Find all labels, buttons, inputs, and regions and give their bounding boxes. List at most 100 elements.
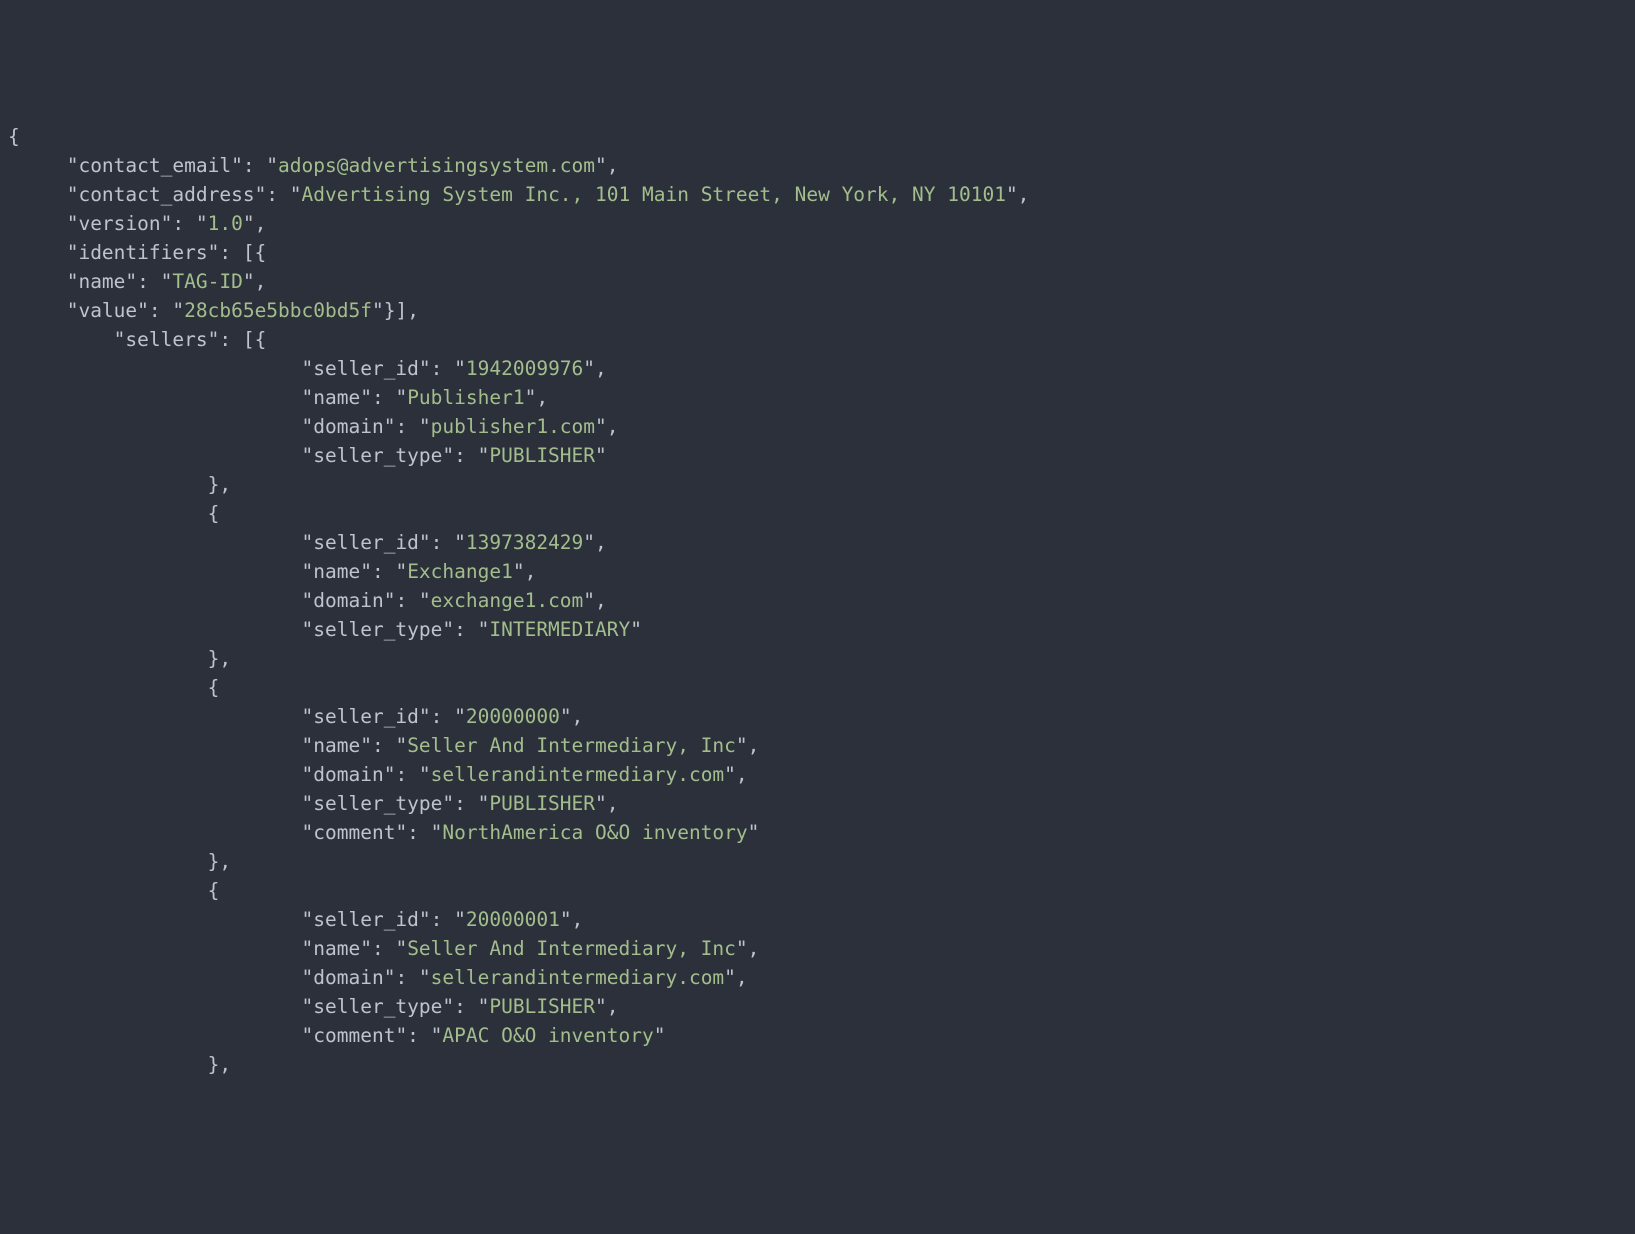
json-token: { [208, 676, 220, 699]
json-token: ": " [419, 705, 466, 728]
json-token: Advertising System Inc., 101 Main Street… [302, 183, 1006, 206]
json-token: ", [736, 734, 759, 757]
json-token: ": " [419, 531, 466, 554]
json-token: ", [583, 589, 606, 612]
json-token: ", [525, 386, 548, 409]
json-token: name [313, 734, 360, 757]
json-token: ": " [419, 908, 466, 931]
json-token: 20000001 [466, 908, 560, 931]
json-token: " [67, 212, 79, 235]
json-token: " [302, 734, 314, 757]
json-token: ": " [384, 589, 431, 612]
json-token: ": " [137, 299, 184, 322]
json-token: INTERMEDIARY [489, 618, 630, 641]
json-token: ": [{ [208, 241, 267, 264]
json-token: " [302, 415, 314, 438]
json-token: " [748, 821, 760, 844]
json-token: ", [1006, 183, 1029, 206]
json-token: PUBLISHER [489, 995, 595, 1018]
json-token: ", [736, 937, 759, 960]
json-token: ": " [419, 357, 466, 380]
json-token: ": " [255, 183, 302, 206]
json-token: }, [208, 850, 231, 873]
json-token: APAC O&O inventory [442, 1024, 653, 1047]
json-token: ": " [395, 821, 442, 844]
json-token: contact_address [78, 183, 254, 206]
json-token: value [78, 299, 137, 322]
json-code-block: { "contact_email": "adops@advertisingsys… [8, 122, 1627, 1079]
json-token: " [67, 299, 79, 322]
json-token: 1397382429 [466, 531, 583, 554]
json-token: }, [208, 1053, 231, 1076]
json-token: seller_id [313, 531, 419, 554]
json-token: name [313, 386, 360, 409]
json-token: NorthAmerica O&O inventory [442, 821, 747, 844]
json-token: comment [313, 1024, 395, 1047]
json-token: ": " [384, 763, 431, 786]
json-token: sellerandintermediary.com [431, 763, 725, 786]
json-token: seller_type [313, 618, 442, 641]
json-token: " [302, 705, 314, 728]
json-token: " [302, 618, 314, 641]
json-token: 20000000 [466, 705, 560, 728]
json-token: Exchange1 [407, 560, 513, 583]
json-token: " [302, 1024, 314, 1047]
json-token: sellerandintermediary.com [431, 966, 725, 989]
json-token: ", [243, 270, 266, 293]
json-token: ": " [442, 995, 489, 1018]
json-token: " [302, 966, 314, 989]
json-token: " [630, 618, 642, 641]
json-token: ", [595, 154, 618, 177]
json-token: " [302, 386, 314, 409]
json-token: ": " [360, 386, 407, 409]
json-token: 28cb65e5bbc0bd5f [184, 299, 372, 322]
json-token: " [114, 328, 126, 351]
json-token: " [67, 241, 79, 264]
json-token: identifiers [78, 241, 207, 264]
json-token: PUBLISHER [489, 444, 595, 467]
json-token: ": " [360, 734, 407, 757]
json-token: " [654, 1024, 666, 1047]
json-token: ", [595, 995, 618, 1018]
json-token: domain [313, 966, 383, 989]
json-token: contact_email [78, 154, 231, 177]
json-token: exchange1.com [431, 589, 584, 612]
json-token: Seller And Intermediary, Inc [407, 937, 736, 960]
json-token: ": " [384, 966, 431, 989]
json-token: }, [208, 647, 231, 670]
json-token: ": " [384, 415, 431, 438]
json-token: TAG-ID [172, 270, 242, 293]
json-token: ": " [161, 212, 208, 235]
json-token: version [78, 212, 160, 235]
json-token: { [208, 879, 220, 902]
json-token: 1942009976 [466, 357, 583, 380]
json-token: ": " [360, 937, 407, 960]
json-token: " [302, 589, 314, 612]
json-token: " [67, 183, 79, 206]
json-token: seller_type [313, 995, 442, 1018]
json-token: " [302, 560, 314, 583]
json-token: }, [208, 473, 231, 496]
json-token: seller_id [313, 908, 419, 931]
json-token: " [302, 357, 314, 380]
json-token: PUBLISHER [489, 792, 595, 815]
json-token: ", [583, 531, 606, 554]
json-token: ", [560, 908, 583, 931]
json-token: seller_type [313, 792, 442, 815]
json-token: " [302, 531, 314, 554]
json-token: " [595, 444, 607, 467]
json-token: ": " [360, 560, 407, 583]
json-token: ": " [442, 618, 489, 641]
json-token: ": " [395, 1024, 442, 1047]
json-token: Publisher1 [407, 386, 524, 409]
json-token: { [208, 502, 220, 525]
json-token: seller_type [313, 444, 442, 467]
json-token: ", [724, 966, 747, 989]
json-token: 1.0 [208, 212, 243, 235]
json-token: domain [313, 589, 383, 612]
json-token: ", [560, 705, 583, 728]
json-token: domain [313, 415, 383, 438]
json-token: " [67, 270, 79, 293]
json-token: name [313, 937, 360, 960]
json-token: name [78, 270, 125, 293]
